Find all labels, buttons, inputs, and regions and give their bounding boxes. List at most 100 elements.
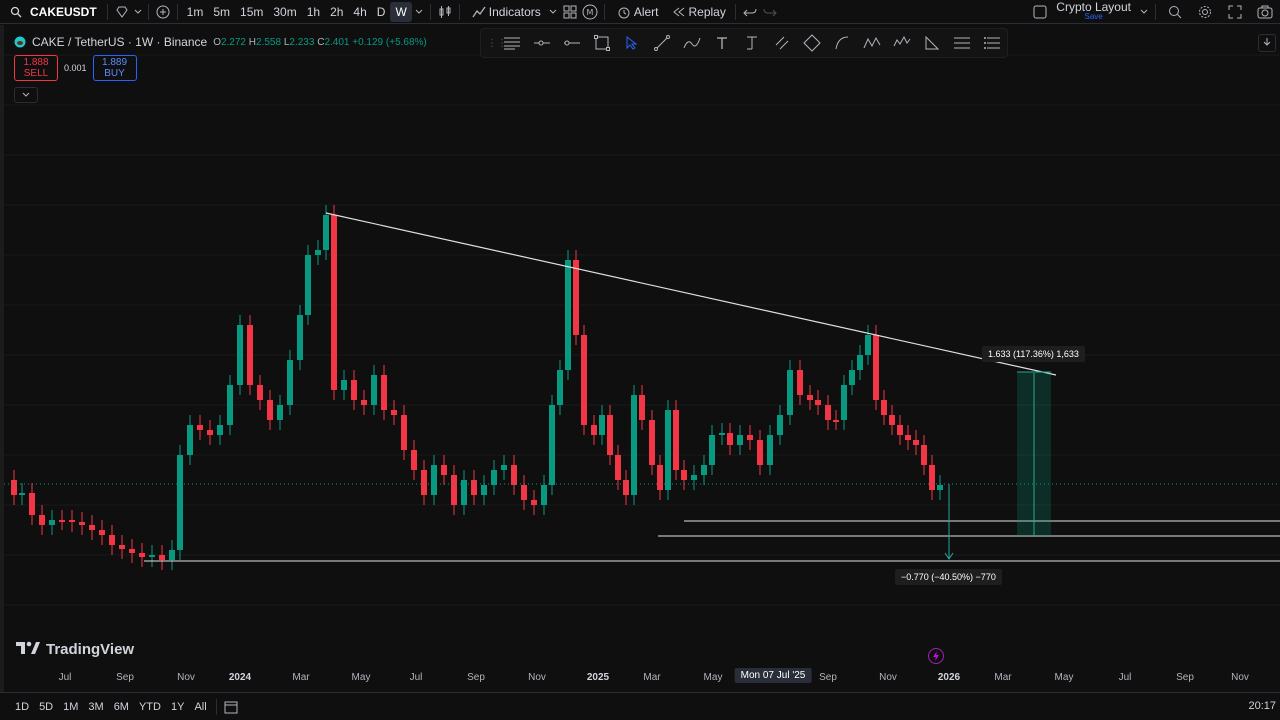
candle-body bbox=[681, 470, 687, 480]
interval-d[interactable]: D bbox=[372, 0, 391, 24]
time-tick: Jul bbox=[409, 672, 423, 683]
time-tick: Jul bbox=[1118, 672, 1132, 683]
sell-button[interactable]: 1.888 SELL bbox=[14, 55, 58, 81]
drag-handle-icon[interactable]: ⋮⋮ bbox=[487, 38, 507, 49]
redo-icon[interactable] bbox=[760, 2, 780, 22]
range-1d[interactable]: 1D bbox=[10, 701, 34, 713]
candle-body bbox=[913, 440, 919, 445]
horizontal-ray-icon[interactable] bbox=[528, 31, 555, 55]
interval-w[interactable]: W bbox=[390, 1, 412, 22]
svg-text:M: M bbox=[586, 8, 593, 17]
lightning-icon[interactable] bbox=[928, 648, 944, 664]
range-all[interactable]: All bbox=[189, 701, 211, 713]
horizontal-lines-icon[interactable] bbox=[498, 31, 525, 55]
m-badge-icon[interactable]: M bbox=[580, 2, 600, 22]
candle-body bbox=[431, 465, 437, 495]
range-1y[interactable]: 1Y bbox=[166, 701, 189, 713]
candle-body bbox=[737, 435, 743, 445]
time-axis[interactable]: Jul Sep Nov 2024 Mar May Jul Sep Nov 202… bbox=[4, 665, 1280, 691]
path-diamond-icon[interactable] bbox=[798, 31, 825, 55]
range-ytd[interactable]: YTD bbox=[134, 701, 166, 713]
diamond-icon[interactable] bbox=[112, 2, 132, 22]
range-1m[interactable]: 1M bbox=[58, 701, 83, 713]
high-value: 2.558 bbox=[256, 36, 282, 48]
price-range-icon[interactable] bbox=[738, 31, 765, 55]
candle-body bbox=[197, 425, 203, 430]
layout-chevron-down-icon[interactable] bbox=[1137, 2, 1151, 22]
candle-body bbox=[401, 415, 407, 450]
fib-triangle-icon[interactable] bbox=[918, 31, 945, 55]
tradingview-logo[interactable]: TradingView bbox=[16, 641, 134, 658]
candle-body bbox=[719, 433, 725, 435]
interval-15m[interactable]: 15m bbox=[235, 0, 268, 24]
curve-icon[interactable] bbox=[828, 31, 855, 55]
text-icon[interactable] bbox=[708, 31, 735, 55]
scroll-down-button[interactable] bbox=[1258, 34, 1276, 52]
calendar-range-icon[interactable] bbox=[221, 697, 241, 717]
replay-button[interactable]: Replay bbox=[664, 0, 731, 24]
elliott-wave-icon[interactable] bbox=[888, 31, 915, 55]
layout-checkbox-icon[interactable] bbox=[1030, 2, 1050, 22]
indicators-button[interactable]: Indicators bbox=[464, 0, 546, 24]
range-6m[interactable]: 6M bbox=[109, 701, 134, 713]
rectangle-icon[interactable] bbox=[588, 31, 615, 55]
layout-save[interactable]: Save bbox=[1085, 12, 1103, 22]
candle-body bbox=[371, 375, 377, 405]
candle-body bbox=[257, 385, 263, 400]
candle-body bbox=[833, 420, 839, 422]
trend-line-icon[interactable] bbox=[648, 31, 675, 55]
alarm-clock-icon bbox=[614, 2, 634, 22]
price-chart[interactable] bbox=[4, 25, 1280, 665]
interval-4h[interactable]: 4h bbox=[348, 0, 371, 24]
parallel-channel-icon[interactable] bbox=[768, 31, 795, 55]
buy-label: BUY bbox=[104, 68, 125, 79]
candle-body bbox=[247, 325, 253, 385]
time-tick: Mar bbox=[994, 672, 1012, 683]
horizontal-line-icon[interactable] bbox=[558, 31, 585, 55]
cursor-arrow-icon[interactable] bbox=[618, 31, 645, 55]
time-tick: Sep bbox=[819, 672, 837, 683]
interval-1m[interactable]: 1m bbox=[182, 0, 209, 24]
fib-retracement-icon[interactable] bbox=[948, 31, 975, 55]
candle-body bbox=[607, 415, 613, 455]
camera-icon[interactable] bbox=[1250, 2, 1280, 22]
candle-body bbox=[119, 545, 125, 549]
interval-30m[interactable]: 30m bbox=[268, 0, 301, 24]
fullscreen-icon[interactable] bbox=[1220, 2, 1250, 22]
chevron-down-icon[interactable] bbox=[132, 2, 144, 22]
indicators-chevron-down-icon[interactable] bbox=[546, 2, 560, 22]
open-value: 2.272 bbox=[220, 36, 246, 48]
interval-5m[interactable]: 5m bbox=[208, 0, 235, 24]
more-tools-icon[interactable] bbox=[978, 31, 1005, 55]
interval-1h[interactable]: 1h bbox=[302, 0, 325, 24]
add-symbol-icon[interactable] bbox=[153, 2, 173, 22]
settings-gear-icon[interactable] bbox=[1190, 2, 1220, 22]
time-tick: 2025 bbox=[586, 672, 610, 683]
candle-body bbox=[323, 215, 329, 250]
range-3m[interactable]: 3M bbox=[83, 701, 108, 713]
interval-chevron-down-icon[interactable] bbox=[412, 2, 426, 22]
brush-icon[interactable] bbox=[678, 31, 705, 55]
candles-icon[interactable] bbox=[435, 2, 455, 22]
candle-body bbox=[849, 370, 855, 385]
layout-selector[interactable]: Crypto Layout Save bbox=[1050, 1, 1137, 22]
legend-collapse-button[interactable] bbox=[14, 87, 38, 103]
candle-body bbox=[267, 400, 273, 420]
layouts-grid-icon[interactable] bbox=[560, 2, 580, 22]
time-tick: Jul bbox=[58, 672, 72, 683]
interval-2h[interactable]: 2h bbox=[325, 0, 348, 24]
chart-pane[interactable]: CAKE / TetherUS · 1W · Binance O2.272 H2… bbox=[0, 25, 1280, 692]
alert-button[interactable]: Alert bbox=[609, 0, 664, 24]
undo-icon[interactable] bbox=[740, 2, 760, 22]
candle-body bbox=[599, 415, 605, 435]
xabcd-pattern-icon[interactable] bbox=[858, 31, 885, 55]
buy-button[interactable]: 1.889 BUY bbox=[92, 55, 137, 81]
quick-search-icon[interactable] bbox=[1160, 2, 1190, 22]
candle-body bbox=[501, 465, 507, 470]
time-tick: Sep bbox=[116, 672, 134, 683]
symbol-search[interactable]: CAKEUSDT bbox=[0, 2, 103, 22]
candle-body bbox=[557, 370, 563, 405]
candle-body bbox=[227, 385, 233, 425]
candle-body bbox=[905, 435, 911, 440]
range-5d[interactable]: 5D bbox=[34, 701, 58, 713]
